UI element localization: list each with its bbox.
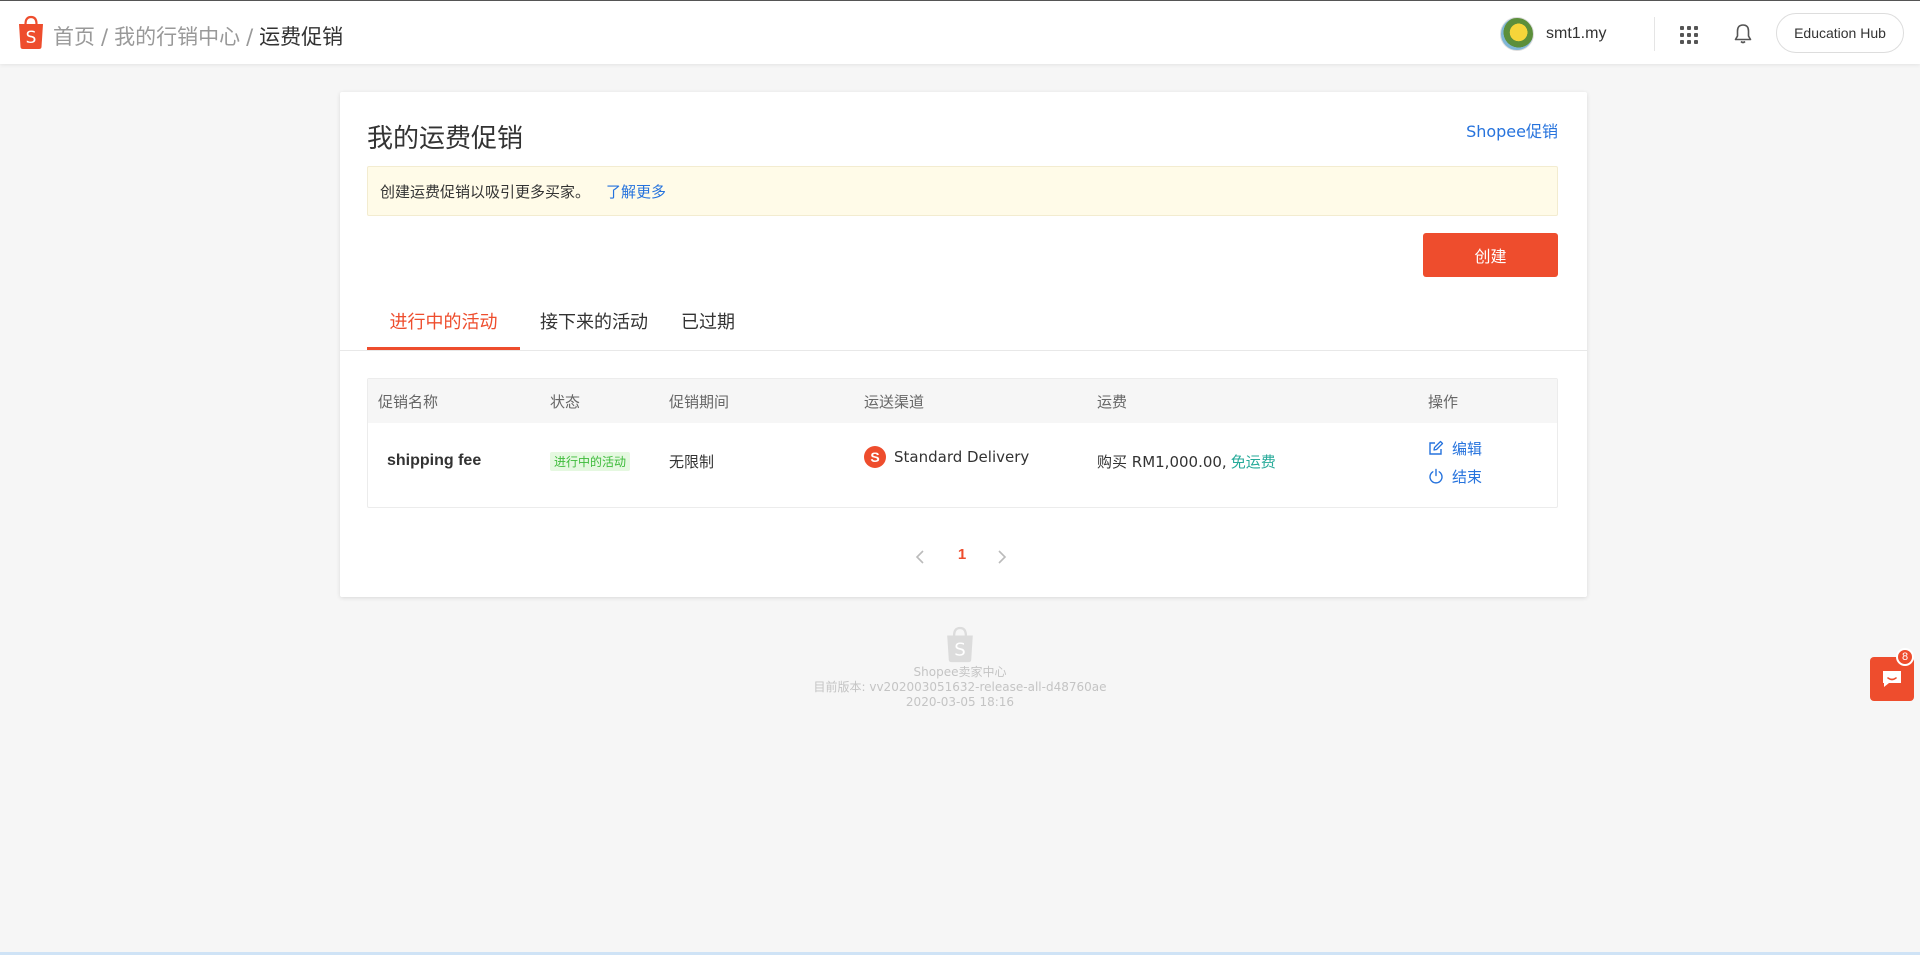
header-status: 状态 <box>550 392 581 411</box>
pagination: 1 <box>340 542 1587 572</box>
header-channel: 运送渠道 <box>864 392 925 411</box>
tab-expired[interactable]: 已过期 <box>663 292 753 350</box>
edit-label: 编辑 <box>1452 439 1483 458</box>
apps-grid-icon[interactable] <box>1679 25 1699 45</box>
shopee-footer-logo-icon: S <box>947 626 973 663</box>
tabs-divider <box>340 350 1587 351</box>
edit-button[interactable]: 编辑 <box>1428 436 1482 460</box>
top-navigation-bar: S 首页 / 我的行销中心 / 运费促销 smt1.my Education Hub <box>0 0 1920 64</box>
header-actions: 操作 <box>1428 392 1459 411</box>
chat-unread-badge: 8 <box>1896 648 1914 666</box>
header-shipping-fee: 运费 <box>1097 392 1128 411</box>
end-label: 结束 <box>1452 467 1483 486</box>
power-icon <box>1429 468 1443 484</box>
chevron-left-icon[interactable] <box>912 548 930 566</box>
promotion-period: 无限制 <box>669 452 715 471</box>
create-button[interactable]: 创建 <box>1423 233 1558 277</box>
footer: S Shopee卖家中心 目前版本: vv202003051632-releas… <box>700 625 1220 710</box>
svg-text:S: S <box>954 640 966 661</box>
header-period: 促销期间 <box>669 392 730 411</box>
shipping-promotion-card: 我的运费促销 Shopee促销 创建运费促销以吸引更多买家。 了解更多 创建 进… <box>340 92 1587 597</box>
notice-text: 创建运费促销以吸引更多买家。 <box>380 182 591 201</box>
chevron-right-icon[interactable] <box>992 548 1010 566</box>
tab-ongoing[interactable]: 进行中的活动 <box>367 292 520 350</box>
shipping-fee-rule: 购买 RM1,000.00, 免运费 <box>1097 449 1276 473</box>
breadcrumb-home[interactable]: 首页 <box>53 25 95 49</box>
breadcrumb: 首页 / 我的行销中心 / 运费促销 <box>53 25 344 49</box>
fee-condition: 购买 RM1,000.00, <box>1097 452 1227 471</box>
channel-name: Standard Delivery <box>894 448 1030 466</box>
footer-name: Shopee卖家中心 <box>913 665 1007 679</box>
breadcrumb-marketing-centre[interactable]: 我的行销中心 <box>114 25 240 49</box>
fee-free-label: 免运费 <box>1230 452 1276 471</box>
header-divider <box>1654 17 1655 51</box>
shopee-promotion-link[interactable]: Shopee促销 <box>1466 118 1558 142</box>
page-title: 我的运费促销 <box>367 124 524 154</box>
chat-icon <box>1883 671 1901 687</box>
svg-text:S: S <box>26 28 37 48</box>
promotion-table: 促销名称 状态 促销期间 运送渠道 运费 操作 shipping fee 进行中… <box>367 378 1558 508</box>
education-hub-button[interactable]: Education Hub <box>1776 13 1904 53</box>
shipping-channel: S Standard Delivery <box>864 445 1029 469</box>
user-menu[interactable]: smt1.my <box>1500 17 1606 51</box>
info-notice: 创建运费促销以吸引更多买家。 了解更多 <box>367 166 1558 216</box>
username: smt1.my <box>1546 25 1607 42</box>
page-number-current[interactable]: 1 <box>952 546 972 563</box>
end-button[interactable]: 结束 <box>1428 464 1482 488</box>
edit-icon <box>1429 440 1444 455</box>
shopee-logo-icon[interactable]: S <box>16 15 46 49</box>
table-header: 促销名称 状态 促销期间 运送渠道 运费 操作 <box>368 379 1557 423</box>
breadcrumb-current: 运费促销 <box>259 25 344 49</box>
notification-bell-icon[interactable] <box>1733 23 1753 45</box>
footer-version: 目前版本: vv202003051632-release-all-d48760a… <box>813 680 1107 694</box>
learn-more-link[interactable]: 了解更多 <box>606 181 666 202</box>
shopee-delivery-icon: S <box>864 446 886 468</box>
tab-upcoming[interactable]: 接下来的活动 <box>528 292 660 350</box>
header-promotion-name: 促销名称 <box>378 392 439 411</box>
promotion-name: shipping fee <box>387 452 482 469</box>
status-badge: 进行中的活动 <box>550 451 631 471</box>
avatar <box>1500 17 1534 51</box>
footer-date: 2020-03-05 18:16 <box>905 695 1015 709</box>
